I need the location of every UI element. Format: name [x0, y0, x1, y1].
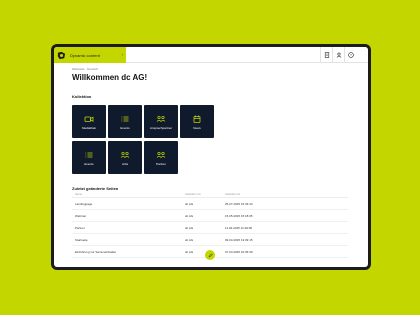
recent-pages-table: Name Geändert von Geändert am Landingpag… [72, 192, 348, 258]
tile-label: News [193, 125, 201, 130]
tile-news[interactable]: News [180, 105, 214, 138]
list-icon [85, 152, 93, 157]
calendar-icon [193, 115, 201, 123]
row-name: Webinar [75, 214, 87, 218]
row-changed-by: dc AG [185, 226, 194, 230]
row-name: Einführung zur Sammelinhaltet [75, 250, 117, 254]
people-icon [156, 115, 166, 122]
column-header-changed-at[interactable]: Geändert am [225, 192, 285, 197]
tile-label: Partner [156, 161, 166, 166]
column-header-changed-by[interactable]: Geändert von [185, 192, 225, 197]
tile-label: Ansprechpartner [149, 125, 173, 130]
tile-label: Events [120, 125, 130, 130]
tile-events[interactable]: Events [108, 105, 142, 138]
row-changed-at: 25.07.2025 15:33:43 [225, 202, 253, 206]
app-logo[interactable] [54, 47, 68, 63]
user-icon [336, 52, 341, 58]
list-icon [121, 116, 129, 121]
app-screen: Dynamic content › ? Webseite · Deutsch W [54, 47, 368, 267]
row-name: Landingpage [75, 202, 93, 206]
video-icon [84, 116, 94, 122]
tile-label: Mediathek [82, 125, 96, 130]
recent-pages-heading: Zuletzt geänderte Seiten [72, 186, 119, 191]
row-changed-by: dc AG [185, 238, 194, 242]
people-icon [120, 151, 130, 158]
tile-label: Events [84, 161, 94, 166]
people-icon [156, 151, 166, 158]
tile-partner[interactable]: Partner [144, 141, 178, 174]
help-button[interactable]: ? [344, 47, 356, 63]
page-header: Webseite · Deutsch Willkommen dc AG! [72, 67, 362, 82]
row-changed-by: dc AG [185, 214, 194, 218]
tile-label: Jobs [121, 161, 129, 166]
row-changed-at: 11.04.2025 11:29:05 [225, 226, 253, 230]
row-changed-by: dc AG [185, 202, 194, 206]
tile-mediathek[interactable]: Mediathek [72, 105, 106, 138]
tile-jobs[interactable]: Jobs [108, 141, 142, 174]
building-button[interactable] [320, 47, 332, 63]
top-bar: Dynamic content › ? [54, 47, 368, 63]
row-name: Partner [75, 226, 85, 230]
breadcrumb[interactable]: Webseite · Deutsch [72, 67, 362, 72]
table-row[interactable]: Startseite dc AG 09.04.2025 13:39:15 [72, 234, 348, 246]
row-changed-at: 09.04.2025 13:39:15 [225, 238, 253, 242]
app-switcher-label: Dynamic content [70, 52, 100, 58]
row-changed-at: 07.04.2025 16:35:39 [225, 250, 253, 254]
tile-events-2[interactable]: Events [72, 141, 106, 174]
column-header-name[interactable]: Name [72, 192, 185, 197]
page-title: Willkommen dc AG! [72, 73, 148, 82]
row-name: Startseite [75, 238, 88, 242]
table-row[interactable]: Webinar dc AG 15.05.2025 15:18:05 [72, 210, 348, 222]
building-icon [324, 52, 329, 58]
table-row[interactable]: Partner dc AG 11.04.2025 11:29:05 [72, 222, 348, 234]
row-changed-at: 15.05.2025 15:18:05 [225, 214, 253, 218]
collections-heading: Kollektion [72, 94, 92, 99]
logo-icon [57, 51, 65, 59]
table-row[interactable]: Landingpage dc AG 25.07.2025 15:33:43 [72, 198, 348, 210]
app-switcher[interactable]: Dynamic content › [68, 47, 126, 63]
edit-icon [208, 252, 213, 257]
tile-ansprechpartner[interactable]: Ansprechpartner [144, 105, 178, 138]
svg-text:?: ? [350, 53, 352, 57]
user-button[interactable] [332, 47, 344, 63]
edit-button[interactable] [205, 250, 215, 260]
chevron-right-icon: › [121, 52, 123, 57]
help-icon: ? [347, 52, 354, 58]
